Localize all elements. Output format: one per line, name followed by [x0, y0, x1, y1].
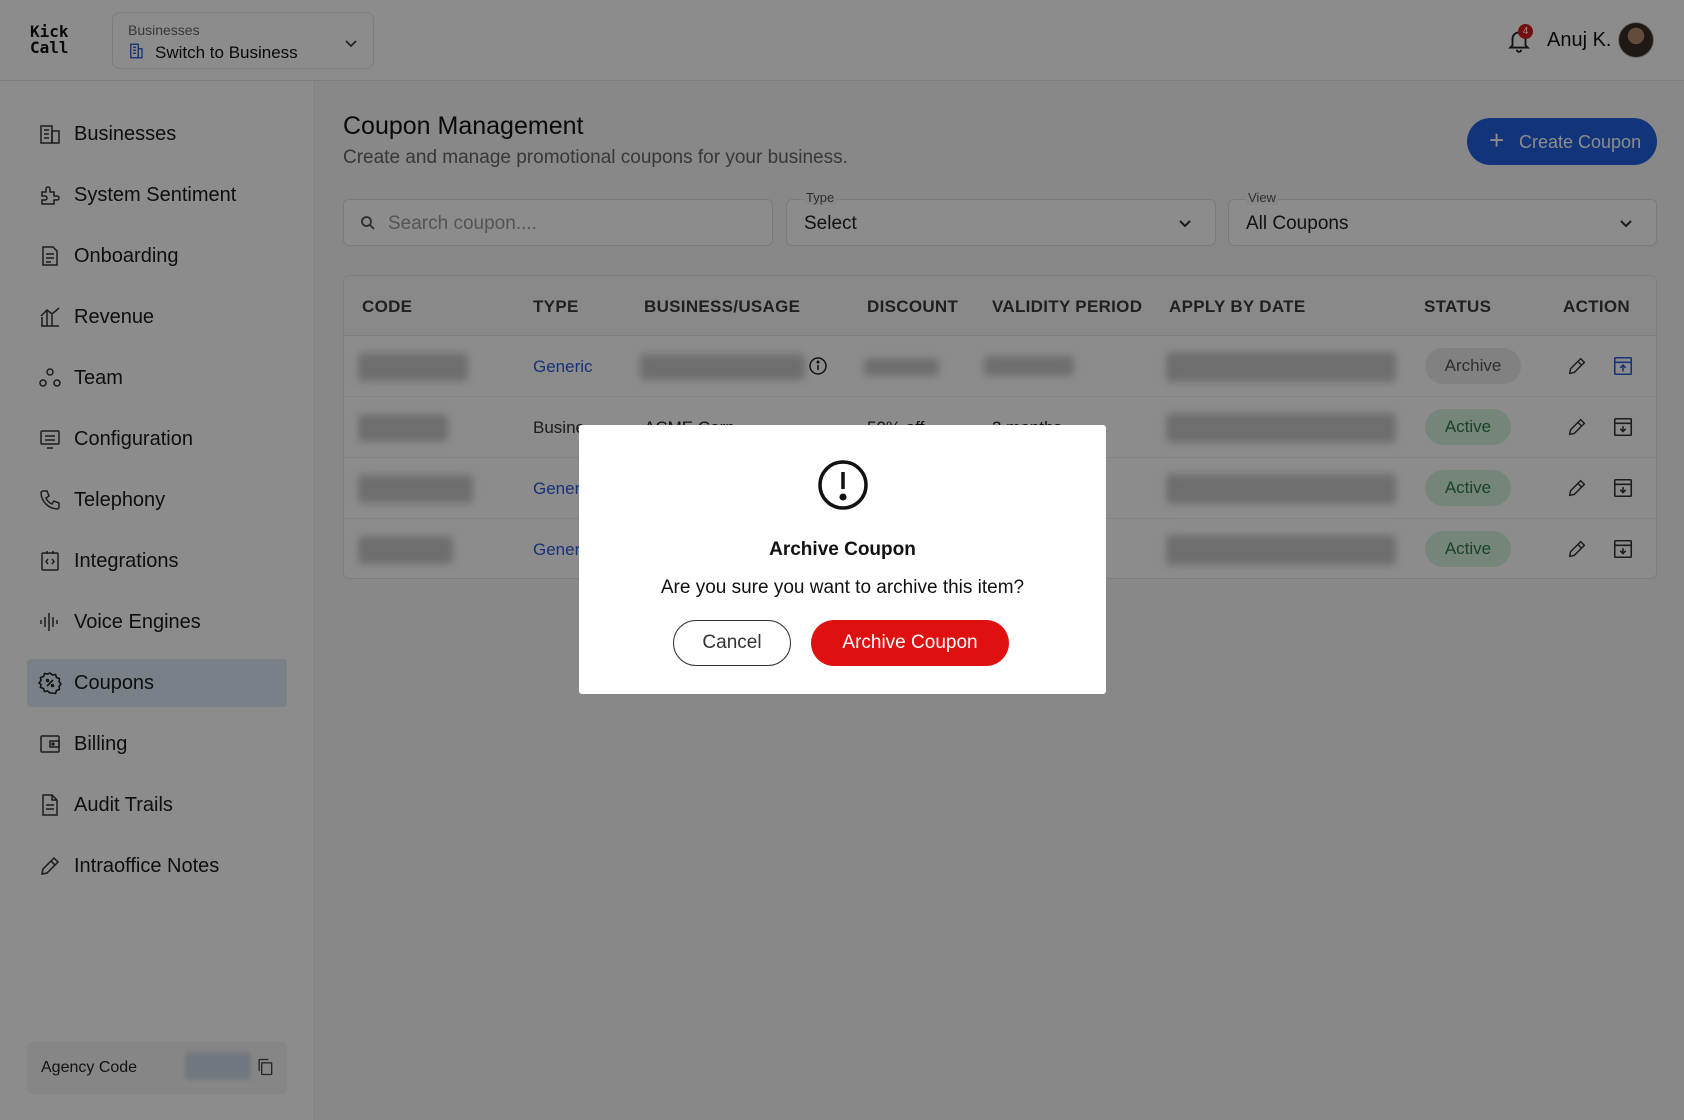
- exclamation-circle-icon: [818, 460, 868, 510]
- archive-coupon-button[interactable]: Archive Coupon: [811, 620, 1009, 666]
- dialog-title: Archive Coupon: [769, 539, 916, 560]
- archive-confirm-dialog: Archive Coupon Are you sure you want to …: [579, 425, 1106, 694]
- dialog-message: Are you sure you want to archive this it…: [660, 577, 1025, 598]
- cancel-button[interactable]: Cancel: [673, 620, 791, 666]
